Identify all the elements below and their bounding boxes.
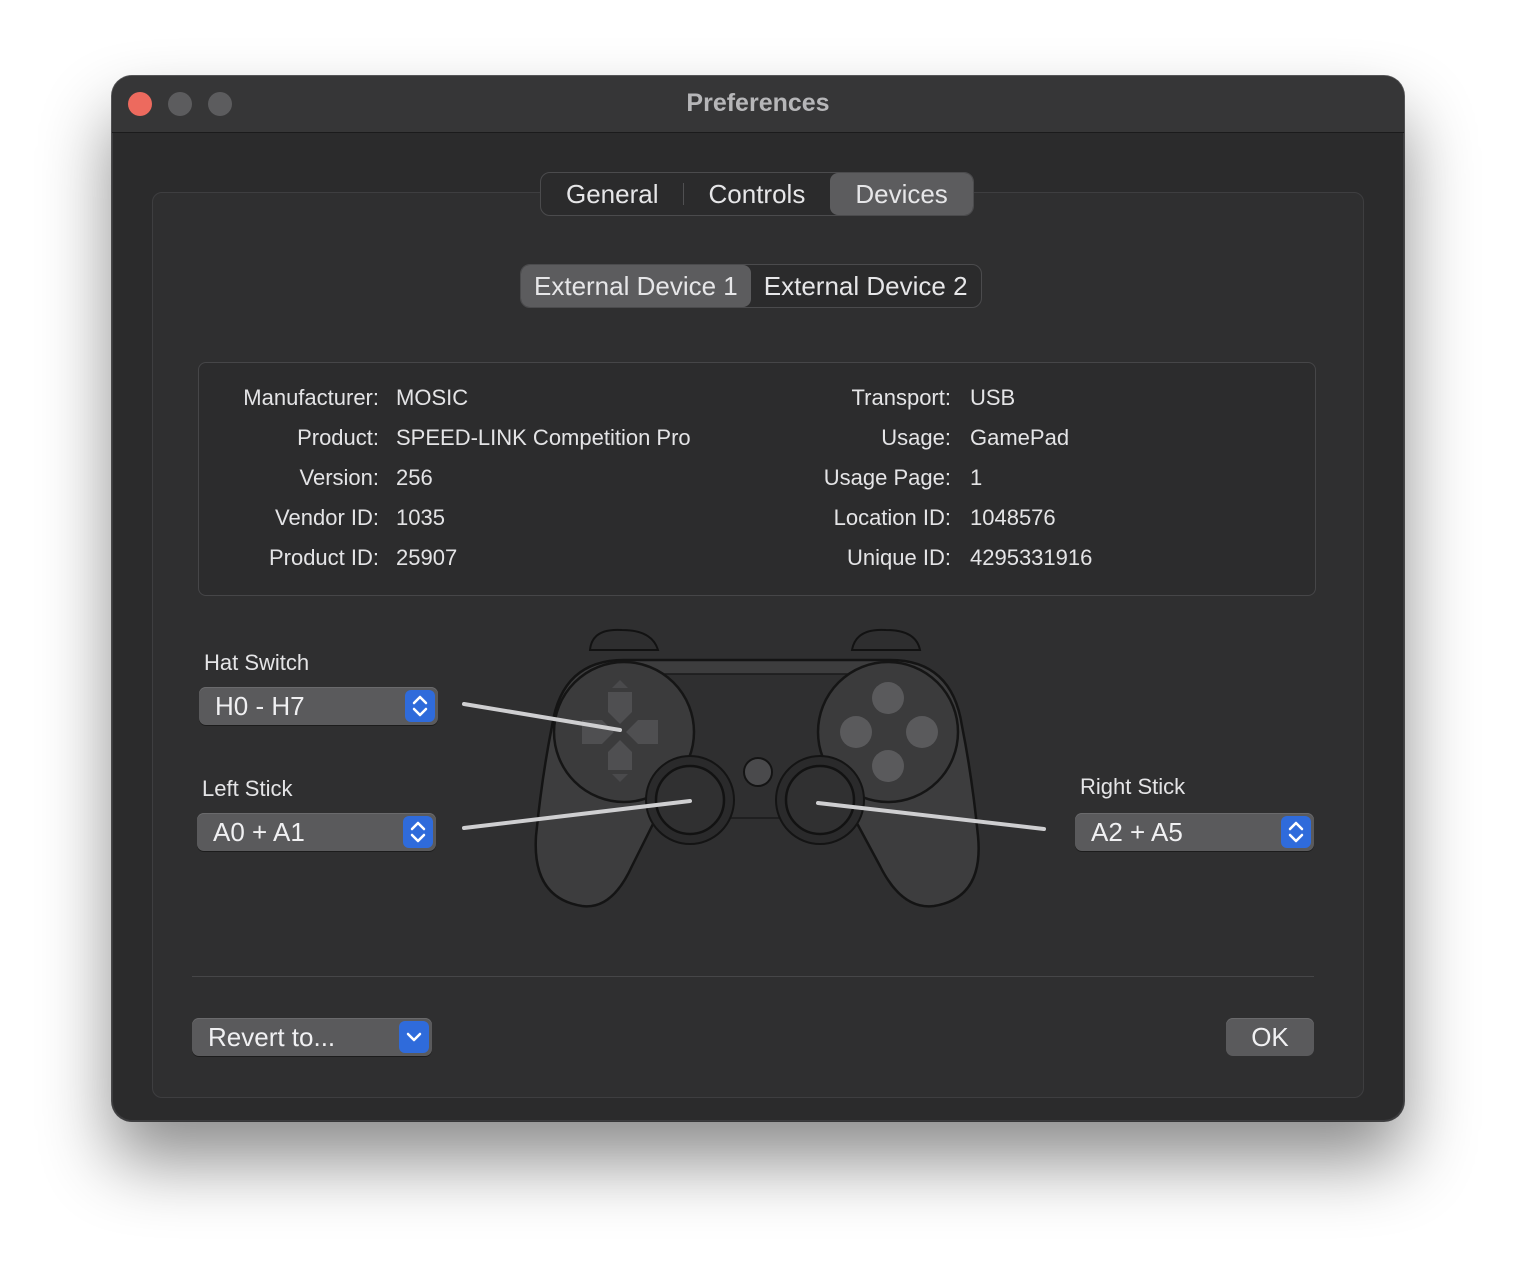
left-stick-label: Left Stick xyxy=(202,776,293,801)
up-down-chevron-icon xyxy=(405,690,435,722)
right-stick-popup[interactable]: A2 + A5 xyxy=(1075,813,1314,851)
revert-popup[interactable]: Revert to... xyxy=(192,1018,432,1056)
footer-divider xyxy=(192,976,1314,977)
right-stick-icon xyxy=(775,755,865,845)
preferences-window: Preferences General Controls Devices Ext… xyxy=(112,76,1404,1121)
up-down-chevron-icon xyxy=(403,816,433,848)
hat-switch-label: Hat Switch xyxy=(204,650,310,675)
right-stick-label: Right Stick xyxy=(1080,774,1186,799)
home-button-icon xyxy=(743,757,773,787)
right-stick-value: A2 + A5 xyxy=(1091,817,1183,847)
hat-switch-value: H0 - H7 xyxy=(215,691,305,721)
chevron-down-icon xyxy=(399,1021,429,1053)
left-stick-value: A0 + A1 xyxy=(213,817,305,847)
left-stick-popup[interactable]: A0 + A1 xyxy=(197,813,436,851)
up-down-chevron-icon xyxy=(1281,816,1311,848)
revert-label: Revert to... xyxy=(208,1022,336,1052)
ok-button[interactable]: OK xyxy=(1226,1018,1314,1056)
hat-switch-popup[interactable]: H0 - H7 xyxy=(199,687,438,725)
gamepad-illustration xyxy=(462,628,1046,908)
